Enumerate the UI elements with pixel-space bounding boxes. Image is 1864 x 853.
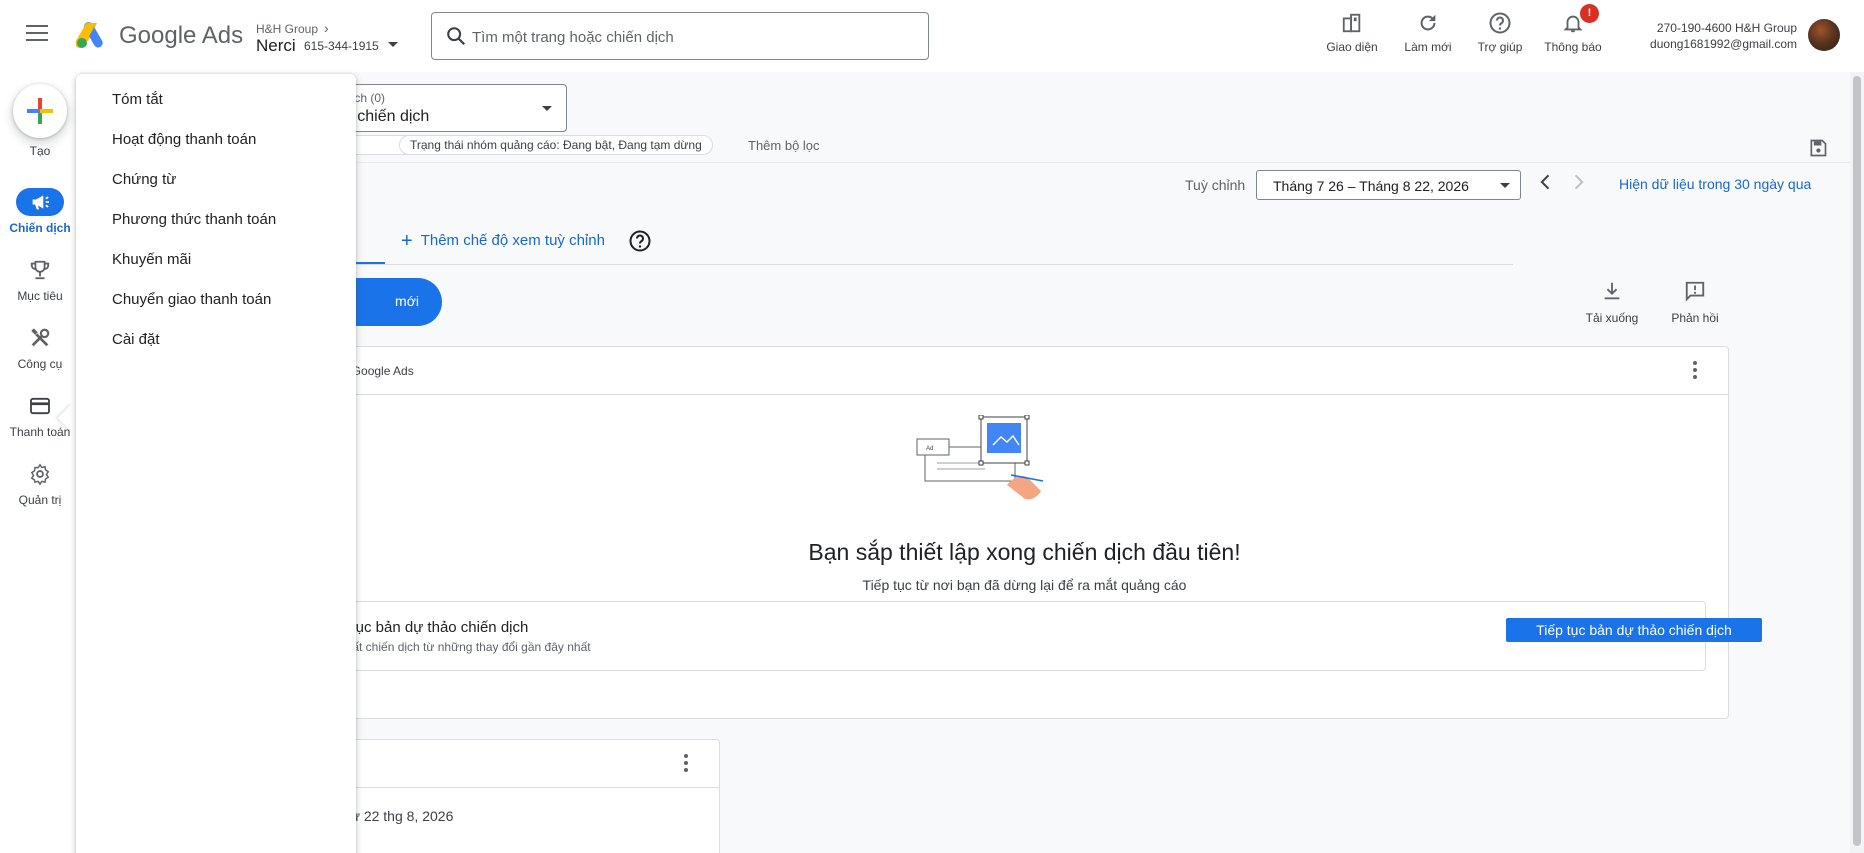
more-options-icon[interactable] — [684, 754, 688, 775]
notification-badge: ! — [1580, 4, 1599, 23]
feedback-button[interactable]: Phản hồi — [1664, 280, 1726, 325]
gear-icon — [30, 463, 50, 485]
billing-menu-settings[interactable]: Cài đặt — [112, 331, 160, 348]
appearance-button[interactable]: Giao diện — [1324, 10, 1380, 54]
user-account-line: 270-190-4600 H&H Group — [1656, 21, 1797, 35]
save-icon[interactable] — [1808, 138, 1828, 158]
billing-menu-transactions[interactable]: Hoạt động thanh toán — [112, 131, 256, 148]
vertical-scrollbar[interactable] — [1850, 72, 1864, 853]
account-dropdown-icon[interactable] — [388, 42, 398, 47]
top-bar: Google Ads H&H Group › Nerci 615-344-1915… — [0, 0, 1864, 72]
caret-down-icon — [542, 106, 552, 111]
appearance-icon — [1342, 13, 1361, 33]
billing-menu-promotions[interactable]: Khuyến mãi — [112, 251, 191, 268]
previous-period-icon[interactable] — [1536, 172, 1556, 192]
card-headline: Bạn sắp thiết lập xong chiến dịch đầu ti… — [808, 539, 1241, 565]
campaign-illustration: Ad — [916, 415, 1044, 500]
user-email: duong1681992@gmail.com — [1650, 37, 1797, 51]
last-30-days-link[interactable]: Hiện dữ liệu trong 30 ngày qua — [1619, 176, 1811, 192]
feedback-icon — [1685, 281, 1705, 302]
help-icon — [1489, 12, 1511, 34]
main-menu-icon[interactable] — [26, 25, 48, 47]
rail-item-goals[interactable]: Mục tiêu — [0, 256, 80, 303]
caret-down-icon — [1500, 183, 1510, 188]
feedback-label: Phản hồi — [1671, 311, 1719, 325]
account-group[interactable]: H&H Group › — [256, 20, 329, 36]
rail-item-tools[interactable]: Công cụ — [0, 324, 80, 371]
notifications-label: Thông báo — [1544, 40, 1602, 54]
refresh-icon — [1420, 14, 1436, 31]
account-name[interactable]: Nerci — [256, 36, 296, 56]
tab-divider — [320, 264, 1513, 265]
account-group-label: H&H Group — [256, 22, 319, 36]
add-custom-view-label: Thêm chế độ xem tuỳ chỉnh — [420, 232, 605, 249]
filter-chip-adgroup-status[interactable]: Trạng thái nhóm quảng cáo: Đang bật, Đan… — [399, 135, 713, 155]
plus-icon-bar — [27, 109, 53, 113]
billing-menu-summary[interactable]: Tóm tắt — [112, 91, 163, 108]
appearance-label: Giao diện — [1326, 40, 1378, 54]
google-ads-logo — [76, 22, 103, 48]
rail-item-goals-label: Mục tiêu — [17, 289, 63, 303]
new-campaign-label: mới — [395, 293, 419, 309]
create-label: Tạo — [29, 144, 51, 158]
brand-name: Google Ads — [119, 22, 244, 49]
download-button[interactable]: Tải xuống — [1577, 280, 1647, 325]
search-input[interactable] — [472, 25, 912, 49]
help-label: Trợ giúp — [1477, 40, 1523, 54]
refresh-button[interactable]: Làm mới — [1400, 10, 1456, 54]
draft-row: o tục bản dự thảo chiến dịch n tất chiến… — [335, 601, 1762, 671]
add-filter-link[interactable]: Thêm bộ lọc — [748, 138, 820, 153]
scrollbar-thumb[interactable] — [1853, 76, 1861, 846]
left-navigation-rail: Tạo Chiến dịch Mục tiêu Công cụ Thanh to… — [0, 72, 80, 853]
refresh-label: Làm mới — [1404, 40, 1452, 54]
billing-menu-drawer: Tóm tắt Hoạt động thanh toán Chứng từ Ph… — [76, 74, 356, 853]
card-header — [321, 740, 719, 788]
continue-draft-button[interactable]: Tiếp tục bản dự thảo chiến dịch — [1506, 618, 1762, 642]
credit-card-icon — [30, 397, 50, 415]
summary-card: ế từ 22 thg 8, 2026 — [320, 739, 720, 853]
account-id: 615-344-1915 — [304, 39, 379, 53]
plus-icon: + — [401, 230, 413, 252]
illustration-ad-text: Ad — [926, 446, 933, 452]
draft-campaign-card: ng Google Ads Ad Bạn sắp thiết lập xong … — [320, 346, 1762, 719]
help-button[interactable]: Trợ giúp — [1474, 10, 1526, 54]
card-header: ng Google Ads — [321, 347, 1728, 395]
rail-item-admin-label: Quản trị — [18, 493, 62, 507]
help-icon[interactable] — [628, 229, 652, 253]
search-box[interactable] — [431, 12, 929, 60]
create-button[interactable] — [13, 84, 67, 138]
download-label: Tải xuống — [1585, 311, 1639, 325]
search-icon — [447, 27, 466, 46]
trophy-icon — [30, 260, 50, 280]
user-info[interactable]: 270-190-4600 H&H Group duong1681992@gmai… — [1650, 20, 1797, 52]
rail-item-admin[interactable]: Quản trị — [0, 460, 80, 507]
megaphone-icon — [32, 195, 49, 210]
billing-menu-payment-methods[interactable]: Phương thức thanh toán — [112, 211, 276, 228]
customize-label: Tuỳ chỉnh — [1185, 177, 1246, 193]
avatar[interactable] — [1808, 19, 1840, 51]
rail-item-tools-label: Công cụ — [17, 357, 63, 371]
draft-subtitle: n tất chiến dịch từ những thay đổi gần đ… — [339, 640, 591, 654]
card-subline: Tiếp tục từ nơi bạn đã dừng lại để ra mắ… — [862, 577, 1187, 593]
download-icon — [1604, 282, 1620, 300]
tools-icon — [31, 328, 50, 347]
billing-menu-transfer[interactable]: Chuyển giao thanh toán — [112, 291, 271, 308]
rail-item-campaigns-label: Chiến dịch — [9, 221, 71, 235]
next-period-icon[interactable] — [1568, 172, 1588, 192]
campaign-selector[interactable]: n dịch (0) on chiến dịch — [320, 84, 567, 132]
rail-item-campaigns[interactable]: Chiến dịch — [0, 188, 80, 235]
chevron-right-icon: › — [324, 20, 329, 36]
billing-menu-documents[interactable]: Chứng từ — [112, 171, 176, 188]
date-range-picker[interactable]: Tháng 7 26 – Tháng 8 22, 2026 — [1256, 170, 1521, 200]
draft-title: o tục bản dự thảo chiến dịch — [339, 619, 529, 636]
more-options-icon[interactable] — [1693, 361, 1697, 382]
date-range-value: Tháng 7 26 – Tháng 8 22, 2026 — [1273, 178, 1469, 194]
add-custom-view-button[interactable]: + Thêm chế độ xem tuỳ chỉnh — [401, 230, 605, 253]
notifications-button[interactable]: ! Thông báo — [1542, 4, 1604, 54]
